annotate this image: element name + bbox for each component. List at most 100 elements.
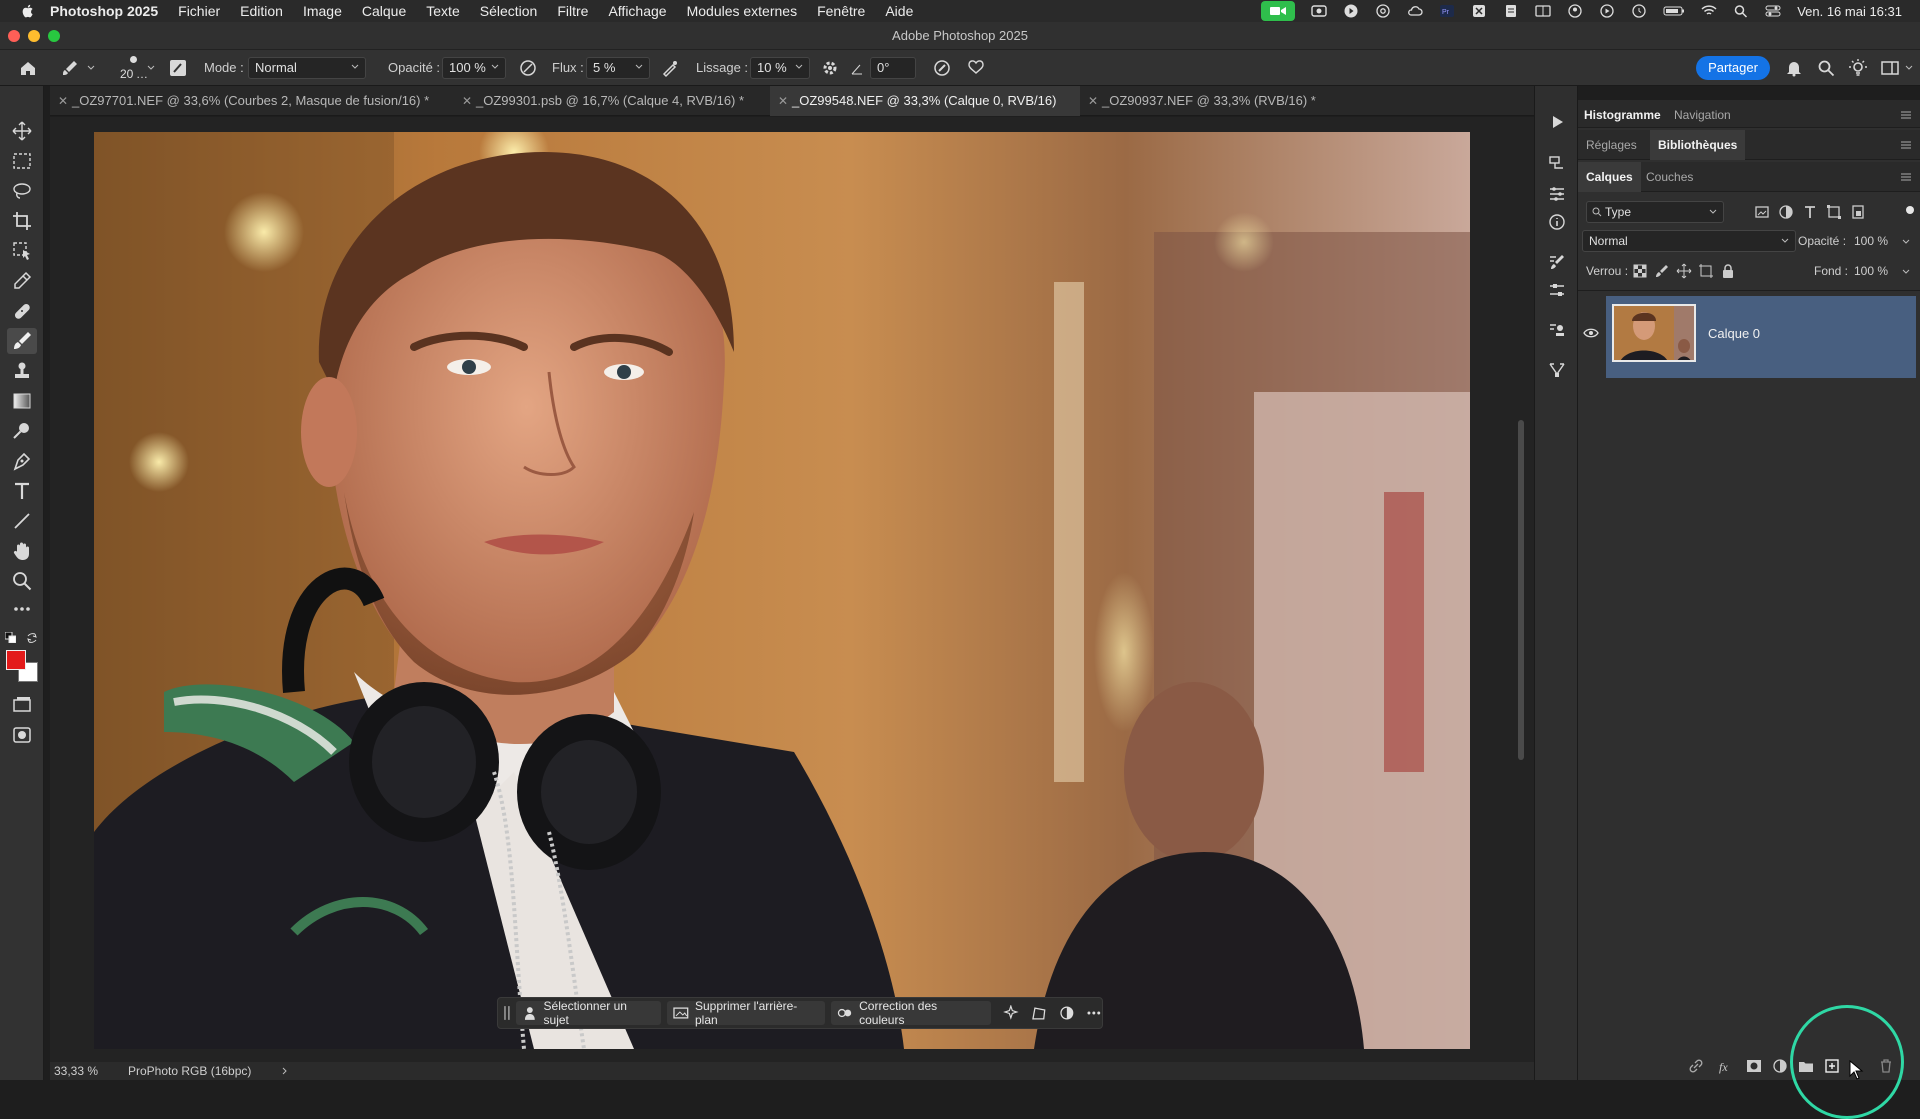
menu-filtre[interactable]: Filtre (557, 3, 588, 19)
notifications-bell-icon[interactable] (1784, 58, 1804, 78)
filter-adjustment-icon[interactable] (1778, 204, 1794, 220)
play-button-icon[interactable] (1599, 4, 1615, 18)
default-colors-icon[interactable] (5, 632, 16, 643)
at-sign-icon[interactable] (1375, 4, 1391, 18)
filter-toggle-dot[interactable] (1906, 206, 1914, 214)
transform-icon[interactable] (1031, 1005, 1047, 1021)
tab-histogram[interactable]: Histogramme (1584, 108, 1661, 122)
spotlight-search-icon[interactable] (1733, 4, 1749, 18)
tab-adjustments[interactable]: Réglages (1586, 138, 1637, 152)
object-selection-tool[interactable] (11, 240, 33, 262)
capture-icon[interactable] (1471, 4, 1487, 18)
healing-brush-tool[interactable] (11, 300, 33, 322)
add-mask-icon[interactable] (1746, 1058, 1762, 1074)
eyedropper-tool[interactable] (11, 270, 33, 292)
tab-navigation[interactable]: Navigation (1674, 108, 1731, 122)
photo-layer-image[interactable] (94, 132, 1470, 1049)
fill-value[interactable]: 100 % (1854, 264, 1888, 278)
close-tab-icon[interactable]: ✕ (462, 86, 472, 116)
angle-field[interactable]: 0° (870, 57, 916, 79)
clone-stamp-tool[interactable] (11, 360, 33, 382)
brush-tool[interactable] (7, 328, 37, 354)
share-button[interactable]: Partager (1696, 56, 1770, 80)
link-layers-icon[interactable] (1688, 1058, 1704, 1074)
play-actions-icon[interactable] (1547, 112, 1567, 132)
layer-filter-select[interactable]: Type (1586, 201, 1724, 223)
wifi-icon[interactable] (1701, 4, 1717, 18)
tab-libraries[interactable]: Bibliothèques (1650, 130, 1746, 160)
remove-background-button[interactable]: Supprimer l'arrière-plan (667, 999, 826, 1027)
color-correction-button[interactable]: Correction des couleurs (831, 999, 992, 1027)
chevron-right-icon[interactable] (280, 1066, 290, 1076)
chevron-down-icon[interactable] (1902, 268, 1910, 276)
smoothing-field[interactable]: 10 % (750, 57, 810, 79)
clone-source-icon[interactable] (1547, 320, 1567, 340)
menu-image[interactable]: Image (303, 3, 342, 19)
close-tab-icon[interactable]: ✕ (58, 86, 68, 116)
layer-opacity-value[interactable]: 100 % (1854, 234, 1888, 248)
properties-icon[interactable] (1547, 280, 1567, 300)
blend-mode-select[interactable]: Normal (1582, 230, 1796, 252)
tab-channels[interactable]: Couches (1646, 170, 1693, 184)
drag-handle-icon[interactable] (504, 1004, 510, 1022)
time-machine-icon[interactable] (1631, 4, 1647, 18)
menu-affichage[interactable]: Affichage (608, 3, 666, 19)
filter-pixel-icon[interactable] (1754, 204, 1770, 220)
discover-lightbulb-icon[interactable] (1848, 58, 1868, 78)
paths-icon[interactable] (1547, 360, 1567, 380)
cloud-sync-icon[interactable] (1407, 4, 1423, 18)
brush-settings-panel-icon[interactable] (168, 58, 188, 78)
panel-menu-icon[interactable] (1900, 110, 1912, 120)
lock-pixels-icon[interactable] (1654, 263, 1670, 279)
dodge-tool[interactable] (11, 420, 33, 442)
color-profile[interactable]: ProPhoto RGB (16bpc) (128, 1064, 251, 1078)
lasso-tool[interactable] (11, 180, 33, 202)
menu-aide[interactable]: Aide (885, 3, 913, 19)
pressure-size-icon[interactable] (932, 58, 952, 78)
notes-icon[interactable] (1503, 4, 1519, 18)
control-center-icon[interactable] (1765, 4, 1781, 18)
filter-type-icon[interactable] (1802, 204, 1818, 220)
battery-icon[interactable] (1663, 4, 1685, 18)
history-icon[interactable] (1547, 154, 1567, 174)
layer-style-fx-icon[interactable]: fx (1718, 1058, 1734, 1074)
adjustment-circle-icon[interactable] (1059, 1005, 1075, 1021)
symmetry-butterfly-icon[interactable] (966, 58, 986, 78)
marquee-tool[interactable] (11, 150, 33, 172)
filter-shape-icon[interactable] (1826, 204, 1842, 220)
quick-mask-tool[interactable] (11, 724, 33, 746)
menu-texte[interactable]: Texte (426, 3, 459, 19)
line-tool[interactable] (11, 510, 33, 532)
type-tool[interactable] (11, 480, 33, 502)
user-circle-icon[interactable] (1567, 4, 1583, 18)
generative-sparkle-icon[interactable] (1003, 1005, 1019, 1021)
chevron-down-icon[interactable] (1902, 238, 1910, 246)
split-view-icon[interactable] (1535, 4, 1551, 18)
screen-record-icon[interactable] (1311, 4, 1327, 18)
eye-visibility-icon[interactable] (1583, 327, 1599, 339)
swap-colors-icon[interactable] (26, 632, 38, 644)
facetime-icon[interactable] (1261, 1, 1296, 21)
airbrush-icon[interactable] (660, 58, 680, 78)
hand-tool[interactable] (11, 540, 33, 562)
premiere-icon[interactable]: Pr (1439, 4, 1455, 18)
new-adjustment-layer-icon[interactable] (1772, 1058, 1788, 1074)
tab-layers[interactable]: Calques (1578, 162, 1641, 192)
pressure-opacity-icon[interactable] (518, 58, 538, 78)
menu-fichier[interactable]: Fichier (178, 3, 220, 19)
app-name-menu[interactable]: Photoshop 2025 (50, 3, 158, 19)
chevron-down-icon[interactable] (1904, 63, 1914, 73)
apple-icon[interactable] (20, 3, 36, 19)
adjustments-sliders-icon[interactable] (1547, 184, 1567, 204)
gear-icon[interactable] (820, 58, 840, 78)
panel-menu-icon[interactable] (1900, 140, 1912, 150)
lock-position-icon[interactable] (1676, 263, 1692, 279)
vertical-scrollbar[interactable] (1518, 420, 1524, 760)
chevron-down-icon[interactable] (86, 63, 96, 73)
tab-oz90937[interactable]: ✕ _OZ90937.NEF @ 33,3% (RVB/16) * (1080, 86, 1340, 116)
lock-all-icon[interactable] (1720, 263, 1736, 279)
layer-row-calque-0[interactable]: Calque 0 (1606, 296, 1916, 378)
layer-name[interactable]: Calque 0 (1708, 326, 1760, 341)
filter-smart-object-icon[interactable] (1850, 204, 1866, 220)
info-icon[interactable] (1547, 212, 1567, 232)
